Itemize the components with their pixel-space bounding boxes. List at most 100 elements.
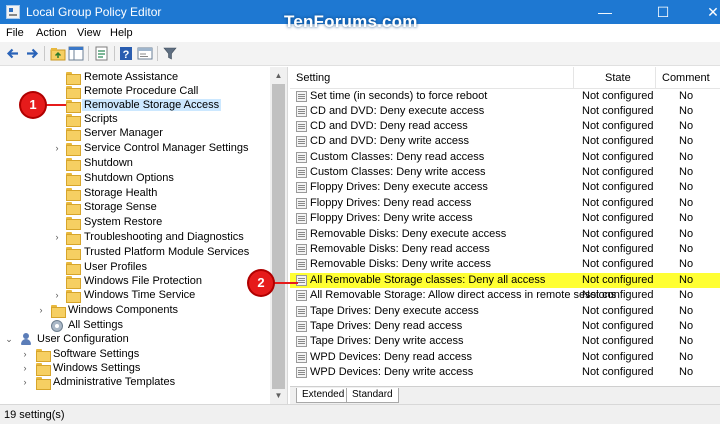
setting-comment: No bbox=[679, 90, 694, 102]
minimize-button[interactable]: — bbox=[582, 0, 628, 24]
tree-item[interactable]: › Troubleshooting and Diagnostics bbox=[0, 230, 270, 245]
table-row-highlighted[interactable]: All Removable Storage classes: Deny all … bbox=[290, 273, 720, 288]
forward-icon[interactable] bbox=[23, 45, 41, 62]
table-row[interactable]: Floppy Drives: Deny execute access Not c… bbox=[290, 180, 720, 195]
export-list-icon[interactable] bbox=[93, 45, 111, 62]
menu-view[interactable]: View bbox=[77, 27, 101, 39]
table-row[interactable]: Removable Disks: Deny execute access Not… bbox=[290, 227, 720, 242]
column-divider[interactable] bbox=[655, 67, 656, 89]
table-row[interactable]: Custom Classes: Deny write access Not co… bbox=[290, 165, 720, 180]
tree-expander[interactable] bbox=[52, 261, 62, 273]
tree-expander[interactable]: ⌄ bbox=[4, 333, 14, 345]
tree-item[interactable]: System Restore bbox=[0, 215, 270, 230]
table-row[interactable]: Tape Drives: Deny write access Not confi… bbox=[290, 334, 720, 349]
column-header-state[interactable]: State bbox=[605, 72, 631, 84]
table-row[interactable]: Tape Drives: Deny read access Not config… bbox=[290, 319, 720, 334]
menu-file[interactable]: File bbox=[6, 27, 24, 39]
menu-action[interactable]: Action bbox=[36, 27, 67, 39]
setting-state: Not configured bbox=[582, 305, 654, 317]
tab-extended[interactable]: Extended bbox=[296, 388, 351, 403]
tree-expander[interactable] bbox=[52, 113, 62, 125]
tree-item[interactable]: Remote Assistance bbox=[0, 70, 270, 85]
tree-item[interactable]: › Administrative Templates bbox=[0, 375, 270, 390]
tree-item-label: Windows File Protection bbox=[84, 275, 202, 287]
table-row[interactable]: Floppy Drives: Deny write access Not con… bbox=[290, 211, 720, 226]
scroll-down-icon[interactable]: ▼ bbox=[270, 387, 287, 404]
setting-comment: No bbox=[679, 197, 694, 209]
tree-scrollbar[interactable]: ▲ ▼ bbox=[270, 67, 287, 404]
tree-item[interactable]: Shutdown bbox=[0, 156, 270, 171]
table-row[interactable]: CD and DVD: Deny read access Not configu… bbox=[290, 119, 720, 134]
tree-expander[interactable]: › bbox=[20, 376, 30, 388]
setting-state: Not configured bbox=[582, 166, 654, 178]
column-divider[interactable] bbox=[573, 67, 574, 89]
folder-icon bbox=[66, 72, 81, 85]
table-row[interactable]: Set time (in seconds) to force reboot No… bbox=[290, 89, 720, 104]
table-row[interactable]: Removable Disks: Deny write access Not c… bbox=[290, 257, 720, 272]
scroll-up-icon[interactable]: ▲ bbox=[270, 67, 287, 84]
tree-expander[interactable]: › bbox=[20, 362, 30, 374]
tree-item[interactable]: › Windows Components bbox=[0, 303, 270, 318]
tree-item[interactable]: › Windows Time Service bbox=[0, 288, 270, 303]
table-row[interactable]: All Removable Storage: Allow direct acce… bbox=[290, 288, 720, 303]
tree-item[interactable]: Windows File Protection bbox=[0, 274, 270, 289]
column-header-comment[interactable]: Comment bbox=[662, 72, 710, 84]
table-row[interactable]: Tape Drives: Deny execute access Not con… bbox=[290, 304, 720, 319]
table-row[interactable]: Custom Classes: Deny read access Not con… bbox=[290, 150, 720, 165]
tree-item[interactable]: Storage Health bbox=[0, 186, 270, 201]
tree-item[interactable]: › Windows Settings bbox=[0, 361, 270, 376]
tree-item[interactable]: Server Manager bbox=[0, 126, 270, 141]
filter-icon[interactable] bbox=[161, 45, 179, 62]
tree-item[interactable]: User Profiles bbox=[0, 260, 270, 275]
close-button[interactable]: ✕ bbox=[690, 0, 720, 24]
tree-expander[interactable]: › bbox=[52, 231, 62, 243]
menu-help[interactable]: Help bbox=[110, 27, 133, 39]
setting-comment: No bbox=[679, 120, 694, 132]
tree-expander[interactable] bbox=[52, 275, 62, 287]
table-row[interactable]: WPD Devices: Deny write access Not confi… bbox=[290, 365, 720, 380]
setting-comment: No bbox=[679, 320, 694, 332]
tree-expander[interactable] bbox=[52, 201, 62, 213]
tree-item-user-configuration[interactable]: ⌄ User Configuration bbox=[0, 332, 270, 347]
tree-expander[interactable] bbox=[52, 85, 62, 97]
tree-expander[interactable] bbox=[52, 246, 62, 258]
tree-item[interactable]: › Service Control Manager Settings bbox=[0, 141, 270, 156]
tree-item[interactable]: Storage Sense bbox=[0, 200, 270, 215]
tree-expander[interactable]: › bbox=[36, 304, 46, 316]
tree-expander[interactable] bbox=[52, 157, 62, 169]
tree-item-label: Administrative Templates bbox=[53, 376, 176, 388]
tree-expander[interactable] bbox=[36, 319, 46, 331]
callout-pointer bbox=[44, 104, 66, 106]
tab-standard[interactable]: Standard bbox=[346, 388, 399, 403]
column-header-setting[interactable]: Setting bbox=[296, 72, 330, 84]
up-folder-icon[interactable] bbox=[49, 45, 67, 62]
tree-item[interactable]: › Software Settings bbox=[0, 347, 270, 362]
tree-expander[interactable]: › bbox=[20, 348, 30, 360]
tree-expander[interactable]: › bbox=[52, 142, 62, 154]
table-row[interactable]: Floppy Drives: Deny read access Not conf… bbox=[290, 196, 720, 211]
table-row[interactable]: CD and DVD: Deny execute access Not conf… bbox=[290, 104, 720, 119]
tree-expander[interactable] bbox=[52, 172, 62, 184]
tree-expander[interactable] bbox=[52, 71, 62, 83]
tree-item[interactable]: Shutdown Options bbox=[0, 171, 270, 186]
properties-icon[interactable] bbox=[136, 45, 154, 62]
policy-icon bbox=[296, 290, 307, 301]
policy-icon bbox=[296, 336, 307, 347]
maximize-button[interactable]: ☐ bbox=[640, 0, 686, 24]
tree-expander[interactable]: › bbox=[52, 289, 62, 301]
table-row[interactable]: Removable Disks: Deny read access Not co… bbox=[290, 242, 720, 257]
tree-item[interactable]: Trusted Platform Module Services bbox=[0, 245, 270, 260]
tree-expander[interactable] bbox=[52, 216, 62, 228]
policy-icon bbox=[296, 121, 307, 132]
scroll-thumb[interactable] bbox=[272, 84, 285, 389]
table-row[interactable]: CD and DVD: Deny write access Not config… bbox=[290, 134, 720, 149]
setting-comment: No bbox=[679, 274, 694, 286]
tree-item[interactable]: All Settings bbox=[0, 318, 270, 333]
tree-expander[interactable] bbox=[52, 187, 62, 199]
tree-expander[interactable] bbox=[52, 127, 62, 139]
help-icon[interactable]: ? bbox=[117, 45, 135, 62]
table-row[interactable]: WPD Devices: Deny read access Not config… bbox=[290, 350, 720, 365]
back-icon[interactable] bbox=[4, 45, 22, 62]
show-hide-tree-icon[interactable] bbox=[67, 45, 85, 62]
setting-state: Not configured bbox=[582, 135, 654, 147]
